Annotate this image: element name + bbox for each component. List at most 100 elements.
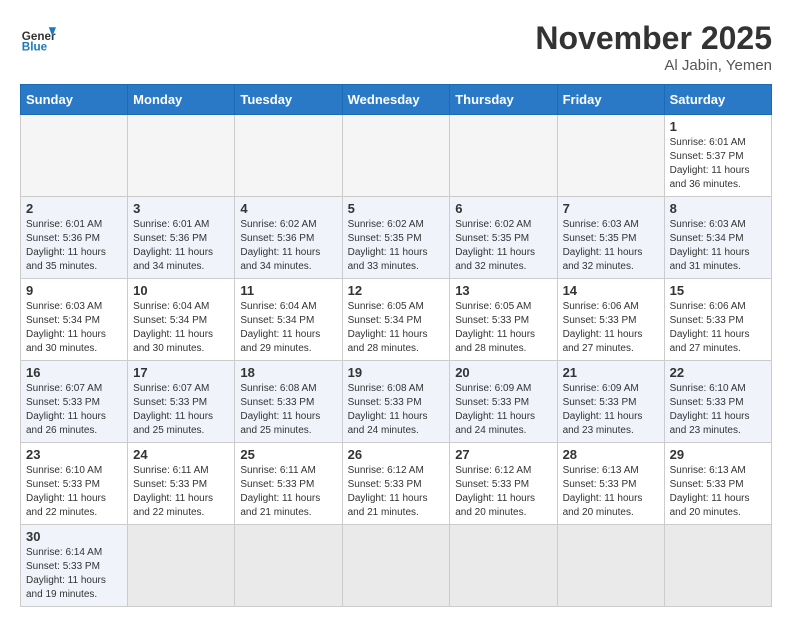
calendar-week-row: 30Sunrise: 6:14 AM Sunset: 5:33 PM Dayli… <box>21 525 772 607</box>
weekday-header-sunday: Sunday <box>21 85 128 115</box>
day-info: Sunrise: 6:13 AM Sunset: 5:33 PM Dayligh… <box>670 464 766 520</box>
calendar-cell: 14 Sunrise: 6:06 AM Sunset: 5:33 PM Dayli… <box>557 279 664 361</box>
calendar-cell <box>342 115 450 197</box>
calendar-cell <box>450 525 557 607</box>
day-info: Sunrise: 6:01 AM Sunset: 5:37 PM Dayligh… <box>670 136 766 192</box>
day-number: 15 <box>670 283 766 298</box>
day-number: 7 <box>563 201 659 216</box>
day-info: Sunrise: 6:04 AM Sunset: 5:34 PM Dayligh… <box>133 300 229 356</box>
calendar-cell: 2Sunrise: 6:01 AM Sunset: 5:36 PM Daylig… <box>21 197 128 279</box>
calendar-cell <box>235 115 342 197</box>
weekday-header-friday: Friday <box>557 85 664 115</box>
day-number: 6 <box>455 201 551 216</box>
day-info: Sunrise: 6:07 AM Sunset: 5:33 PM Dayligh… <box>133 382 229 438</box>
day-info: Sunrise: 6:08 AM Sunset: 5:33 PM Dayligh… <box>240 382 336 438</box>
day-info: Sunrise: 6:03 AM Sunset: 5:34 PM Dayligh… <box>670 218 766 274</box>
weekday-header-tuesday: Tuesday <box>235 85 342 115</box>
day-number: 21 <box>563 365 659 380</box>
calendar-cell: 20 Sunrise: 6:09 AM Sunset: 5:33 PM Dayli… <box>450 361 557 443</box>
svg-text:Blue: Blue <box>22 41 48 54</box>
calendar-cell: 18 Sunrise: 6:08 AM Sunset: 5:33 PM Dayli… <box>235 361 342 443</box>
calendar-cell: 21 Sunrise: 6:09 AM Sunset: 5:33 PM Dayli… <box>557 361 664 443</box>
day-number: 3 <box>133 201 229 216</box>
calendar-cell: 9 Sunrise: 6:03 AM Sunset: 5:34 PM Daylig… <box>21 279 128 361</box>
day-number: 5 <box>348 201 445 216</box>
day-info: Sunrise: 6:10 AM Sunset: 5:33 PM Dayligh… <box>26 464 122 520</box>
calendar-cell: 19Sunrise: 6:08 AM Sunset: 5:33 PM Dayli… <box>342 361 450 443</box>
calendar-week-row: 23 Sunrise: 6:10 AM Sunset: 5:33 PM Dayli… <box>21 443 772 525</box>
day-info: Sunrise: 6:12 AM Sunset: 5:33 PM Dayligh… <box>348 464 445 520</box>
calendar-cell: 6 Sunrise: 6:02 AM Sunset: 5:35 PM Daylig… <box>450 197 557 279</box>
day-number: 1 <box>670 119 766 134</box>
day-info: Sunrise: 6:01 AM Sunset: 5:36 PM Dayligh… <box>26 218 122 274</box>
day-number: 29 <box>670 447 766 462</box>
calendar-cell: 28 Sunrise: 6:13 AM Sunset: 5:33 PM Dayli… <box>557 443 664 525</box>
calendar-cell <box>128 115 235 197</box>
location: Al Jabin, Yemen <box>535 57 772 74</box>
calendar-cell: 30Sunrise: 6:14 AM Sunset: 5:33 PM Dayli… <box>21 525 128 607</box>
day-number: 25 <box>240 447 336 462</box>
calendar-week-row: 9 Sunrise: 6:03 AM Sunset: 5:34 PM Daylig… <box>21 279 772 361</box>
logo-icon: General Blue <box>20 20 56 56</box>
calendar-week-row: 16 Sunrise: 6:07 AM Sunset: 5:33 PM Dayli… <box>21 361 772 443</box>
calendar-cell: 5Sunrise: 6:02 AM Sunset: 5:35 PM Daylig… <box>342 197 450 279</box>
calendar-cell: 10Sunrise: 6:04 AM Sunset: 5:34 PM Dayli… <box>128 279 235 361</box>
day-number: 26 <box>348 447 445 462</box>
day-info: Sunrise: 6:04 AM Sunset: 5:34 PM Dayligh… <box>240 300 336 356</box>
day-number: 28 <box>563 447 659 462</box>
day-info: Sunrise: 6:05 AM Sunset: 5:34 PM Dayligh… <box>348 300 445 356</box>
day-info: Sunrise: 6:02 AM Sunset: 5:35 PM Dayligh… <box>455 218 551 274</box>
day-info: Sunrise: 6:03 AM Sunset: 5:34 PM Dayligh… <box>26 300 122 356</box>
calendar-table: SundayMondayTuesdayWednesdayThursdayFrid… <box>20 84 772 607</box>
day-number: 16 <box>26 365 122 380</box>
month-title: November 2025 <box>535 20 772 57</box>
day-info: Sunrise: 6:12 AM Sunset: 5:33 PM Dayligh… <box>455 464 551 520</box>
title-block: November 2025 Al Jabin, Yemen <box>535 20 772 74</box>
calendar-cell: 29 Sunrise: 6:13 AM Sunset: 5:33 PM Dayli… <box>664 443 771 525</box>
calendar-cell: 25 Sunrise: 6:11 AM Sunset: 5:33 PM Dayli… <box>235 443 342 525</box>
calendar-cell <box>235 525 342 607</box>
day-info: Sunrise: 6:05 AM Sunset: 5:33 PM Dayligh… <box>455 300 551 356</box>
day-info: Sunrise: 6:09 AM Sunset: 5:33 PM Dayligh… <box>563 382 659 438</box>
day-number: 27 <box>455 447 551 462</box>
calendar-cell: 16 Sunrise: 6:07 AM Sunset: 5:33 PM Dayli… <box>21 361 128 443</box>
calendar-cell: 12 Sunrise: 6:05 AM Sunset: 5:34 PM Dayli… <box>342 279 450 361</box>
calendar-cell: 4Sunrise: 6:02 AM Sunset: 5:36 PM Daylig… <box>235 197 342 279</box>
day-info: Sunrise: 6:10 AM Sunset: 5:33 PM Dayligh… <box>670 382 766 438</box>
weekday-header-thursday: Thursday <box>450 85 557 115</box>
day-number: 24 <box>133 447 229 462</box>
calendar-cell: 15 Sunrise: 6:06 AM Sunset: 5:33 PM Dayli… <box>664 279 771 361</box>
calendar-cell: 23 Sunrise: 6:10 AM Sunset: 5:33 PM Dayli… <box>21 443 128 525</box>
day-info: Sunrise: 6:11 AM Sunset: 5:33 PM Dayligh… <box>240 464 336 520</box>
day-info: Sunrise: 6:13 AM Sunset: 5:33 PM Dayligh… <box>563 464 659 520</box>
day-number: 23 <box>26 447 122 462</box>
day-info: Sunrise: 6:03 AM Sunset: 5:35 PM Dayligh… <box>563 218 659 274</box>
day-info: Sunrise: 6:09 AM Sunset: 5:33 PM Dayligh… <box>455 382 551 438</box>
day-number: 8 <box>670 201 766 216</box>
day-number: 14 <box>563 283 659 298</box>
calendar-cell: 27 Sunrise: 6:12 AM Sunset: 5:33 PM Dayli… <box>450 443 557 525</box>
day-number: 12 <box>348 283 445 298</box>
calendar-cell <box>342 525 450 607</box>
calendar-cell <box>557 115 664 197</box>
day-number: 13 <box>455 283 551 298</box>
calendar-cell: 22Sunrise: 6:10 AM Sunset: 5:33 PM Dayli… <box>664 361 771 443</box>
day-number: 9 <box>26 283 122 298</box>
weekday-header-monday: Monday <box>128 85 235 115</box>
day-info: Sunrise: 6:01 AM Sunset: 5:36 PM Dayligh… <box>133 218 229 274</box>
day-info: Sunrise: 6:06 AM Sunset: 5:33 PM Dayligh… <box>563 300 659 356</box>
day-number: 20 <box>455 365 551 380</box>
weekday-header-row: SundayMondayTuesdayWednesdayThursdayFrid… <box>21 85 772 115</box>
day-number: 18 <box>240 365 336 380</box>
day-info: Sunrise: 6:07 AM Sunset: 5:33 PM Dayligh… <box>26 382 122 438</box>
logo: General Blue <box>20 20 56 56</box>
calendar-cell <box>557 525 664 607</box>
day-info: Sunrise: 6:06 AM Sunset: 5:33 PM Dayligh… <box>670 300 766 356</box>
day-info: Sunrise: 6:14 AM Sunset: 5:33 PM Dayligh… <box>26 546 122 602</box>
day-number: 17 <box>133 365 229 380</box>
calendar-week-row: 2Sunrise: 6:01 AM Sunset: 5:36 PM Daylig… <box>21 197 772 279</box>
weekday-header-wednesday: Wednesday <box>342 85 450 115</box>
calendar-cell <box>21 115 128 197</box>
calendar-week-row: 1 Sunrise: 6:01 AM Sunset: 5:37 PM Daylig… <box>21 115 772 197</box>
calendar-cell: 13 Sunrise: 6:05 AM Sunset: 5:33 PM Dayli… <box>450 279 557 361</box>
